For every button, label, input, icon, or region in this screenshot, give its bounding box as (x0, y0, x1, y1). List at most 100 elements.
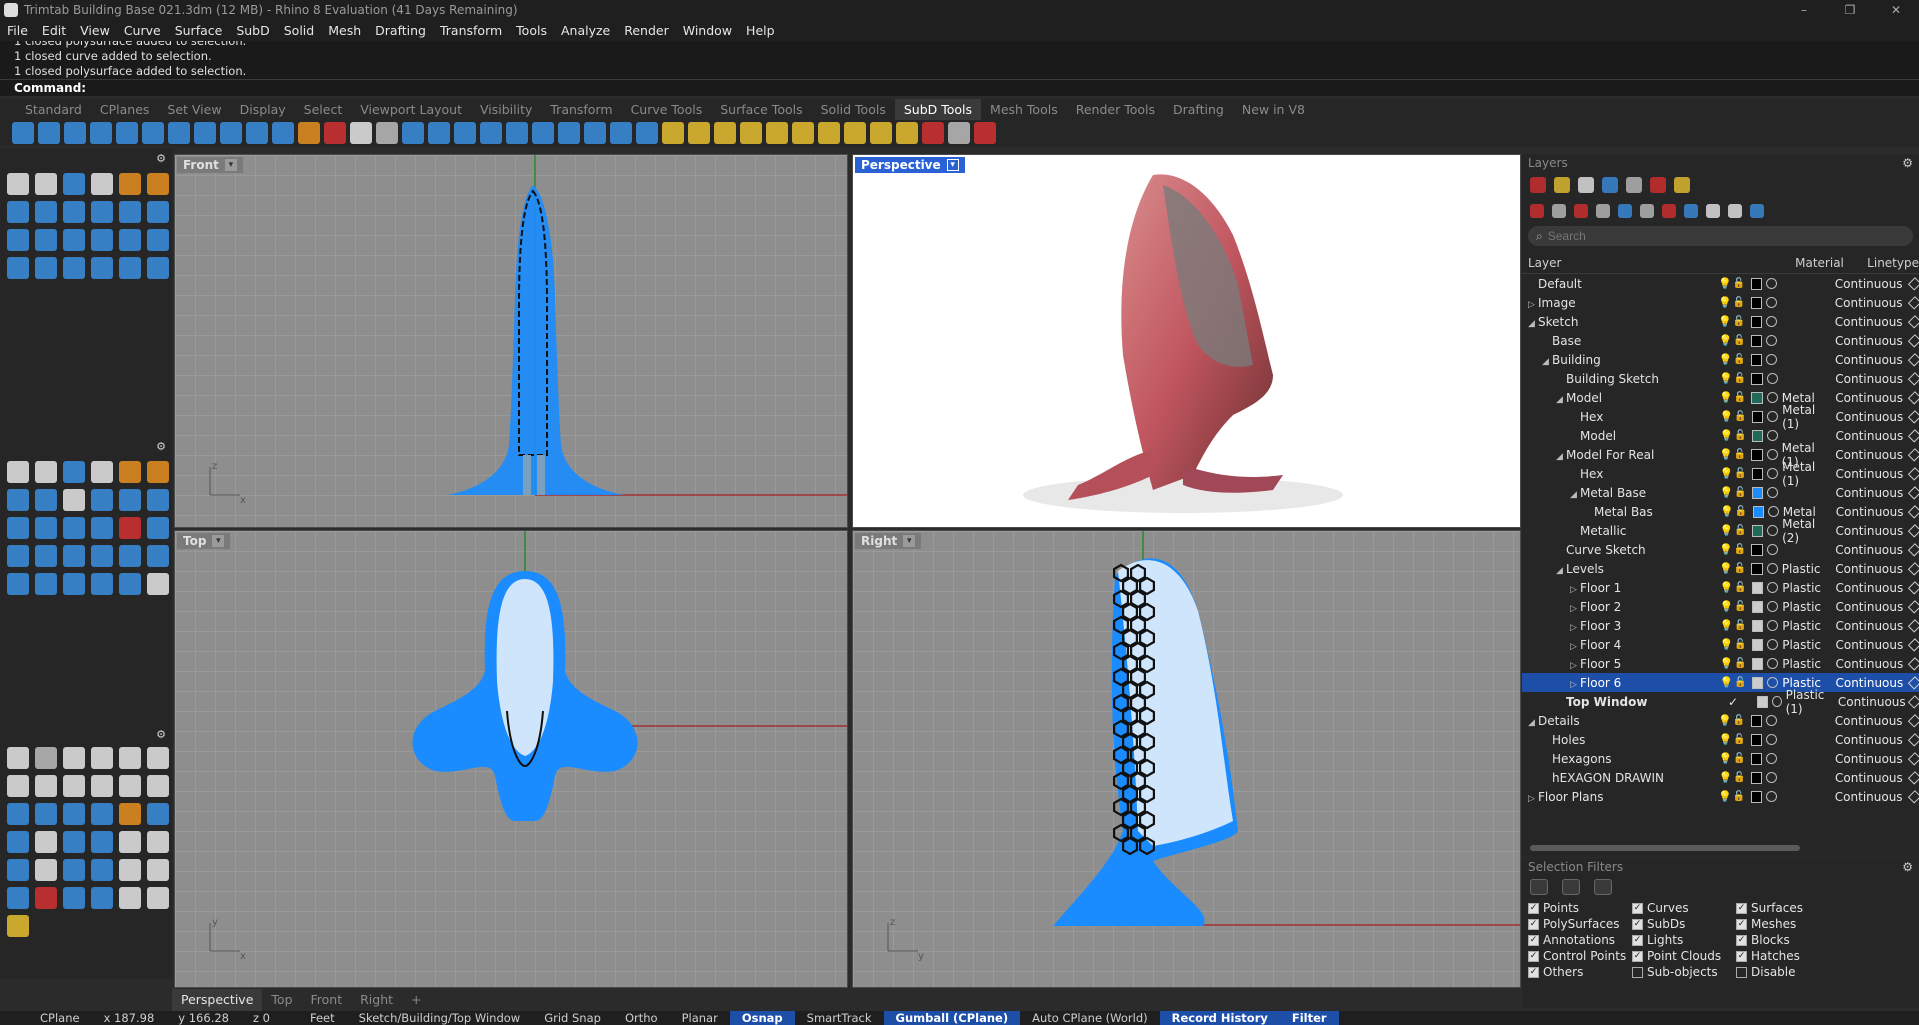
subd-tool-icon[interactable] (298, 122, 320, 144)
tool-icon[interactable] (147, 747, 169, 769)
subd-tool-icon[interactable] (610, 122, 632, 144)
layer-row[interactable]: ◢ Levels 💡 🔓 Plastic Continuous (1522, 559, 1919, 578)
tool-icon[interactable] (119, 489, 141, 511)
print-width-icon[interactable] (1907, 314, 1919, 329)
tool-icon[interactable] (35, 173, 57, 195)
gear-icon[interactable]: ⚙ (1902, 860, 1913, 874)
layer-name[interactable]: Floor 1 (1580, 581, 1621, 595)
subd-tool-icon[interactable] (636, 122, 658, 144)
selection-filter-checkbox[interactable]: ✓ Hatches (1736, 948, 1846, 964)
subd-tool-icon[interactable] (688, 122, 710, 144)
checkbox-icon[interactable]: ✓ (1632, 950, 1643, 962)
tool-icon[interactable] (63, 831, 85, 853)
lightbulb-icon[interactable]: 💡 (1720, 600, 1734, 613)
print-width-icon[interactable] (1907, 485, 1919, 500)
column-linetype[interactable]: Linetype (1867, 256, 1919, 270)
layer-row[interactable]: ◢ Metal Base 💡 🔓 Continuous (1522, 483, 1919, 502)
tool-icon[interactable] (147, 489, 169, 511)
subd-tool-icon[interactable] (844, 122, 866, 144)
material-swatch-icon[interactable] (1767, 411, 1779, 422)
layer-linetype[interactable]: Continuous (1835, 714, 1906, 728)
layer-color-swatch[interactable] (1752, 505, 1764, 518)
tool-icon[interactable] (119, 887, 141, 909)
layer-material[interactable]: Plastic (1782, 657, 1821, 671)
lightbulb-icon[interactable]: 💡 (1720, 619, 1734, 632)
lightbulb-icon[interactable]: 💡 (1719, 448, 1733, 461)
layer-color-swatch[interactable] (1751, 486, 1764, 499)
tool-icon[interactable] (91, 173, 113, 195)
menu-edit[interactable]: Edit (35, 23, 73, 38)
layer-row[interactable]: Hexagons 💡 🔓 Continuous (1522, 749, 1919, 768)
tool-icon[interactable] (147, 461, 169, 483)
layer-name[interactable]: Sketch (1538, 315, 1578, 329)
layer-search-input[interactable] (1547, 229, 1703, 243)
expand-arrow-icon[interactable]: ▷ (1570, 642, 1580, 652)
tool-icon[interactable] (35, 201, 57, 223)
tab-display[interactable]: Display (231, 99, 295, 120)
layers-tab-icon[interactable] (1626, 177, 1642, 193)
lightbulb-icon[interactable]: 💡 (1718, 771, 1732, 784)
layer-name[interactable]: Hexagons (1552, 752, 1611, 766)
layer-color-swatch[interactable] (1751, 429, 1764, 442)
viewport-label-perspective[interactable]: Perspective ▾ (855, 157, 965, 173)
material-swatch-icon[interactable] (1766, 354, 1778, 365)
print-width-icon[interactable] (1907, 789, 1919, 804)
tool-icon[interactable] (35, 775, 57, 797)
layer-linetype[interactable]: Continuous (1835, 372, 1905, 386)
material-swatch-icon[interactable] (1765, 297, 1777, 308)
expand-arrow-icon[interactable]: ◢ (1556, 452, 1566, 462)
lightbulb-icon[interactable]: 💡 (1720, 638, 1734, 651)
expand-arrow-icon[interactable]: ◢ (1528, 718, 1538, 728)
print-width-icon[interactable] (1907, 656, 1919, 671)
print-width-icon[interactable] (1907, 409, 1919, 424)
lightbulb-icon[interactable]: 💡 (1720, 486, 1734, 499)
material-swatch-icon[interactable] (1765, 316, 1777, 327)
layer-row[interactable]: Hex 💡 🔓 Metal (1) Continuous (1522, 403, 1919, 431)
subd-tool-icon[interactable] (38, 122, 60, 144)
subd-tool-icon[interactable] (584, 122, 606, 144)
layer-row[interactable]: Default 💡 🔓 Continuous (1522, 274, 1919, 293)
tool-icon[interactable] (35, 489, 57, 511)
tool-icon[interactable] (147, 887, 169, 909)
tool-icon[interactable] (7, 545, 29, 567)
layer-row[interactable]: ◢ Model For Real 💡 🔓 Metal (1) Continuous (1522, 441, 1919, 469)
material-swatch-icon[interactable] (1766, 373, 1778, 384)
subd-tool-icon[interactable] (662, 122, 684, 144)
layer-row[interactable]: ▷ Floor 2 💡 🔓 Plastic Continuous (1522, 597, 1919, 616)
status-units[interactable]: Feet (282, 1011, 347, 1025)
layer-name[interactable]: Model (1566, 391, 1602, 405)
lock-icon[interactable]: 🔓 (1733, 620, 1748, 631)
material-swatch-icon[interactable] (1767, 582, 1779, 593)
tool-icon[interactable] (7, 173, 29, 195)
tool-icon[interactable] (91, 573, 113, 595)
tool-icon[interactable] (147, 257, 169, 279)
expand-arrow-icon[interactable]: ◢ (1570, 490, 1580, 500)
lightbulb-icon[interactable]: 💡 (1718, 334, 1732, 347)
tool-icon[interactable] (147, 803, 169, 825)
tool-icon[interactable] (7, 461, 29, 483)
subd-tool-icon[interactable] (714, 122, 736, 144)
lightbulb-icon[interactable]: 💡 (1720, 410, 1734, 423)
layers-tool-icon[interactable] (1574, 204, 1588, 218)
tool-icon[interactable] (35, 887, 57, 909)
material-swatch-icon[interactable] (1766, 772, 1778, 783)
layers-tool-icon[interactable] (1552, 204, 1566, 218)
print-width-icon[interactable] (1907, 428, 1919, 443)
status-toggle[interactable]: Filter (1279, 1011, 1339, 1025)
lock-icon[interactable]: 🔓 (1732, 278, 1747, 289)
layer-row[interactable]: hEXAGON DRAWIN 💡 🔓 Continuous (1522, 768, 1919, 787)
viewport-perspective[interactable]: Perspective ▾ (852, 154, 1521, 528)
selection-filter-checkbox[interactable]: Sub-objects (1632, 964, 1736, 980)
subd-tool-icon[interactable] (480, 122, 502, 144)
lock-icon[interactable]: 🔓 (1733, 392, 1748, 403)
tab-curve-tools[interactable]: Curve Tools (622, 99, 712, 120)
layer-linetype[interactable]: Continuous (1835, 600, 1905, 614)
tool-icon[interactable] (119, 257, 141, 279)
status-cplane[interactable]: CPlane (0, 1011, 92, 1025)
minimize-button[interactable]: – (1781, 0, 1827, 20)
tool-icon[interactable] (91, 489, 113, 511)
layers-tool-icon[interactable] (1618, 204, 1632, 218)
lock-icon[interactable]: 🔓 (1732, 354, 1747, 365)
tool-icon[interactable] (91, 859, 113, 881)
expand-arrow-icon[interactable]: ▷ (1570, 604, 1580, 614)
